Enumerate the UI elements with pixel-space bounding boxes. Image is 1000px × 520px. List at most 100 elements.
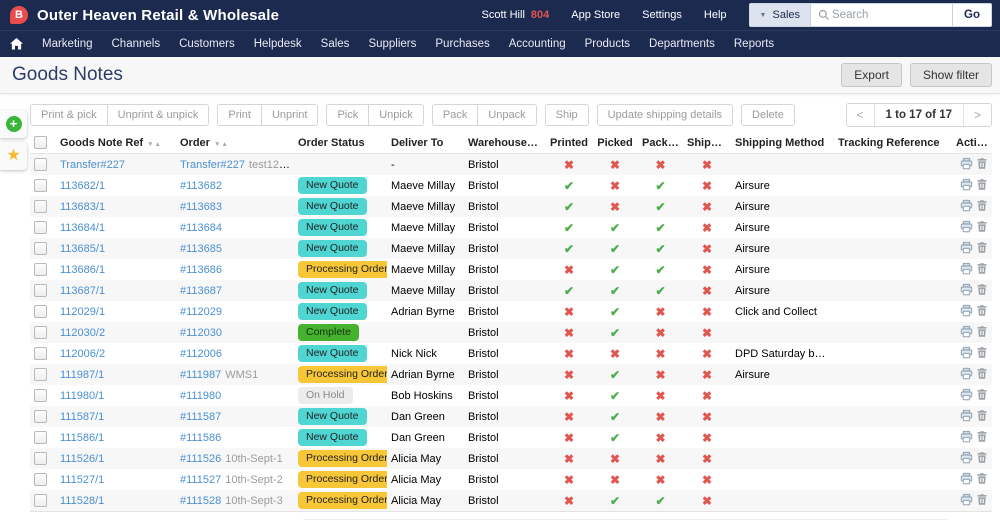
order-link[interactable]: #111586 — [180, 432, 221, 444]
search-input[interactable] — [830, 8, 953, 22]
row-checkbox[interactable] — [34, 284, 47, 297]
trash-icon[interactable] — [976, 451, 988, 467]
goods-note-ref-link[interactable]: Transfer#227 — [60, 159, 125, 171]
nav-item-products[interactable]: Products — [585, 38, 630, 50]
print-icon[interactable] — [960, 157, 973, 173]
print-pick-button[interactable]: Print & pick — [30, 104, 107, 126]
column-header-order[interactable]: Order ▼▲ — [176, 132, 294, 154]
order-link[interactable]: Transfer#227 — [180, 159, 245, 171]
goods-note-ref-link[interactable]: 111526/1 — [60, 453, 104, 465]
row-checkbox[interactable] — [34, 473, 47, 486]
row-checkbox[interactable] — [34, 263, 47, 276]
trash-icon[interactable] — [976, 178, 988, 194]
nav-item-sales[interactable]: Sales — [321, 38, 350, 50]
column-header-warehouse[interactable]: Warehouse ▼▲ — [464, 132, 546, 154]
app-logo-icon[interactable]: B — [10, 6, 28, 24]
trash-icon[interactable] — [976, 157, 988, 173]
trash-icon[interactable] — [976, 304, 988, 320]
order-link[interactable]: #112029 — [180, 306, 222, 318]
trash-icon[interactable] — [976, 472, 988, 488]
export-button[interactable]: Export — [841, 63, 902, 87]
print-icon[interactable] — [960, 346, 973, 362]
order-link[interactable]: #113684 — [180, 222, 222, 234]
order-link[interactable]: #112030 — [180, 327, 222, 339]
delete-button[interactable]: Delete — [741, 104, 795, 126]
search-scope-dropdown[interactable]: ▼ Sales — [749, 4, 811, 26]
row-checkbox[interactable] — [34, 347, 47, 360]
print-icon[interactable] — [960, 199, 973, 215]
trash-icon[interactable] — [976, 220, 988, 236]
row-checkbox[interactable] — [34, 389, 47, 402]
row-checkbox[interactable] — [34, 200, 47, 213]
nav-item-helpdesk[interactable]: Helpdesk — [254, 38, 302, 50]
row-checkbox[interactable] — [34, 368, 47, 381]
print-icon[interactable] — [960, 493, 973, 509]
goods-note-ref-link[interactable]: 113685/1 — [60, 243, 105, 255]
print-icon[interactable] — [960, 367, 973, 383]
order-link[interactable]: #113685 — [180, 243, 222, 255]
home-icon[interactable] — [10, 38, 23, 50]
row-checkbox[interactable] — [34, 494, 47, 507]
unpack-button[interactable]: Unpack — [477, 104, 537, 126]
app-store-link[interactable]: App Store — [571, 9, 620, 21]
goods-note-ref-link[interactable]: 112029/1 — [60, 306, 105, 318]
row-checkbox[interactable] — [34, 158, 47, 171]
ship-button[interactable]: Ship — [544, 104, 589, 126]
trash-icon[interactable] — [976, 367, 988, 383]
order-link[interactable]: #112006 — [180, 348, 222, 360]
row-checkbox[interactable] — [34, 431, 47, 444]
nav-item-purchases[interactable]: Purchases — [435, 38, 489, 50]
trash-icon[interactable] — [976, 325, 988, 341]
trash-icon[interactable] — [976, 199, 988, 215]
order-link[interactable]: #111527 — [180, 474, 221, 486]
print-icon[interactable] — [960, 451, 973, 467]
order-link[interactable]: #111987 — [180, 369, 221, 381]
goods-note-ref-link[interactable]: 111980/1 — [60, 390, 104, 402]
goods-note-ref-link[interactable]: 111587/1 — [60, 411, 104, 423]
add-goods-note-button[interactable]: + — [0, 110, 27, 138]
order-link[interactable]: #111526 — [180, 453, 221, 465]
nav-item-departments[interactable]: Departments — [649, 38, 715, 50]
row-checkbox[interactable] — [34, 242, 47, 255]
nav-item-accounting[interactable]: Accounting — [509, 38, 566, 50]
goods-note-ref-link[interactable]: 111987/1 — [60, 369, 104, 381]
nav-item-marketing[interactable]: Marketing — [42, 38, 93, 50]
row-checkbox[interactable] — [34, 305, 47, 318]
help-link[interactable]: Help — [704, 9, 727, 21]
order-link[interactable]: #113687 — [180, 285, 222, 297]
goods-note-ref-link[interactable]: 111586/1 — [60, 432, 104, 444]
goods-note-ref-link[interactable]: 113682/1 — [60, 180, 105, 192]
print-icon[interactable] — [960, 472, 973, 488]
print-icon[interactable] — [960, 388, 973, 404]
print-button[interactable]: Print — [217, 104, 261, 126]
settings-link[interactable]: Settings — [642, 9, 682, 21]
trash-icon[interactable] — [976, 283, 988, 299]
goods-note-ref-link[interactable]: 111527/1 — [60, 474, 104, 486]
column-header-goods-note-ref[interactable]: Goods Note Ref ▼▲ — [56, 132, 176, 154]
goods-note-ref-link[interactable]: 112030/2 — [60, 327, 105, 339]
print-icon[interactable] — [960, 178, 973, 194]
order-link[interactable]: #111528 — [180, 495, 221, 507]
order-link[interactable]: #111587 — [180, 411, 221, 423]
unprint-unpick-button[interactable]: Unprint & unpick — [106, 104, 210, 126]
goods-note-ref-link[interactable]: 112006/2 — [60, 348, 105, 360]
pick-button[interactable]: Pick — [326, 104, 369, 126]
print-icon[interactable] — [960, 220, 973, 236]
order-link[interactable]: #113682 — [180, 180, 222, 192]
select-all-checkbox[interactable] — [34, 136, 47, 149]
show-filter-button[interactable]: Show filter — [909, 63, 992, 87]
trash-icon[interactable] — [976, 262, 988, 278]
goods-note-ref-link[interactable]: 113683/1 — [60, 201, 105, 213]
print-icon[interactable] — [960, 241, 973, 257]
user-menu[interactable]: Scott Hill 804 — [481, 9, 549, 21]
goods-note-ref-link[interactable]: 113684/1 — [60, 222, 105, 234]
favourites-button[interactable]: ★ — [0, 142, 27, 170]
goods-note-ref-link[interactable]: 113686/1 — [60, 264, 105, 276]
nav-item-customers[interactable]: Customers — [179, 38, 235, 50]
print-icon[interactable] — [960, 283, 973, 299]
row-checkbox[interactable] — [34, 179, 47, 192]
order-link[interactable]: #111980 — [180, 390, 221, 402]
goods-note-ref-link[interactable]: 111528/1 — [60, 495, 104, 507]
row-checkbox[interactable] — [34, 221, 47, 234]
print-icon[interactable] — [960, 262, 973, 278]
